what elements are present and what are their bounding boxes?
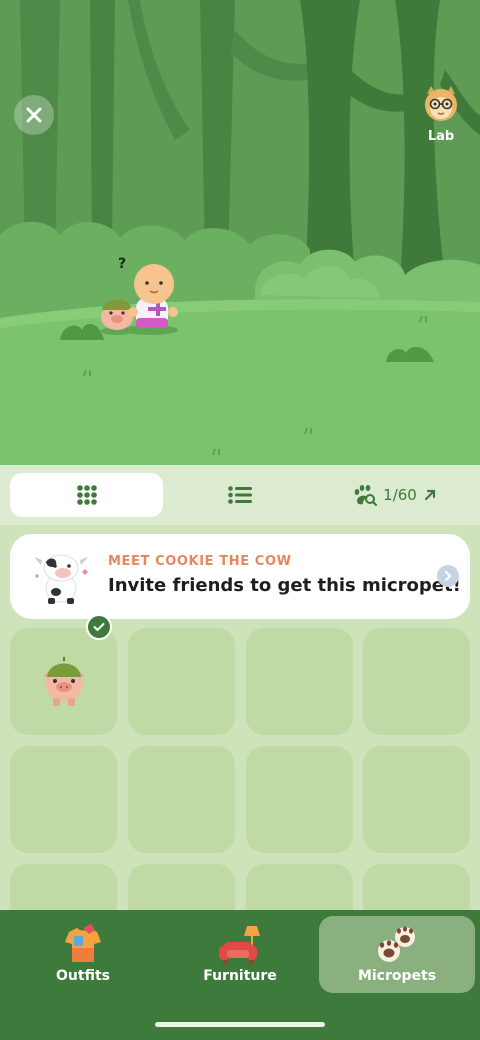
- invite-banner[interactable]: MEET COOKIE THE COW Invite friends to ge…: [10, 534, 470, 619]
- pet-slot-empty[interactable]: [10, 864, 117, 915]
- check-icon: [93, 623, 105, 632]
- close-icon: [26, 107, 42, 123]
- svg-text:?: ?: [118, 256, 126, 272]
- list-view-button[interactable]: [200, 473, 280, 517]
- collection-count: 1/60: [383, 486, 417, 504]
- pet-slot-empty[interactable]: [128, 864, 235, 915]
- view-toolbar: 1/60: [0, 465, 480, 525]
- pet-slot-pig[interactable]: [10, 614, 117, 735]
- close-button[interactable]: [14, 95, 54, 135]
- pet-slot-empty[interactable]: [128, 746, 235, 853]
- micropets-panel: MEET COOKIE THE COW Invite friends to ge…: [0, 525, 480, 915]
- outfits-icon: [65, 924, 101, 962]
- arrow-up-right-icon: [424, 489, 435, 501]
- nav-label-furniture: Furniture: [203, 968, 277, 984]
- banner-subtitle: Invite friends to get this micropet!: [108, 575, 461, 596]
- collection-count-button[interactable]: 1/60: [345, 473, 445, 517]
- nav-item-furniture[interactable]: Furniture: [162, 916, 318, 993]
- forest-scene: ?: [0, 0, 480, 465]
- nav-item-outfits[interactable]: Outfits: [5, 916, 161, 993]
- chevron-right-icon: [444, 570, 452, 582]
- bottom-nav: Outfits Furniture Micropets: [0, 910, 480, 1040]
- nav-label-outfits: Outfits: [56, 968, 110, 984]
- pet-slot-empty[interactable]: [246, 864, 353, 915]
- pet-slot-empty[interactable]: [363, 864, 470, 915]
- pet-slot-empty[interactable]: [246, 746, 353, 853]
- grid-icon: [76, 485, 97, 505]
- selected-badge: [86, 614, 112, 640]
- pet-slot-empty[interactable]: [128, 628, 235, 735]
- grid-view-button[interactable]: [10, 473, 163, 517]
- lab-button[interactable]: Lab: [418, 84, 464, 144]
- pig-pet: [101, 299, 133, 330]
- pig-icon: [44, 657, 84, 706]
- lab-label: Lab: [427, 129, 455, 144]
- nav-label-micropets: Micropets: [357, 968, 437, 984]
- paws-icon: [378, 926, 415, 962]
- pet-slot-empty[interactable]: [363, 746, 470, 853]
- paw-search-icon: [354, 485, 378, 506]
- banner-arrow-button[interactable]: [437, 565, 459, 587]
- cow-icon: [34, 554, 88, 604]
- pet-slot-empty[interactable]: [246, 628, 353, 735]
- banner-title: MEET COOKIE THE COW: [108, 554, 292, 569]
- home-indicator[interactable]: [155, 1022, 325, 1027]
- furniture-icon: [219, 926, 260, 965]
- pet-slot-empty[interactable]: [363, 628, 470, 735]
- pet-slot-empty[interactable]: [10, 746, 117, 853]
- nav-item-micropets[interactable]: Micropets: [319, 916, 475, 993]
- list-icon: [228, 486, 252, 504]
- lab-avatar-icon: [425, 86, 457, 121]
